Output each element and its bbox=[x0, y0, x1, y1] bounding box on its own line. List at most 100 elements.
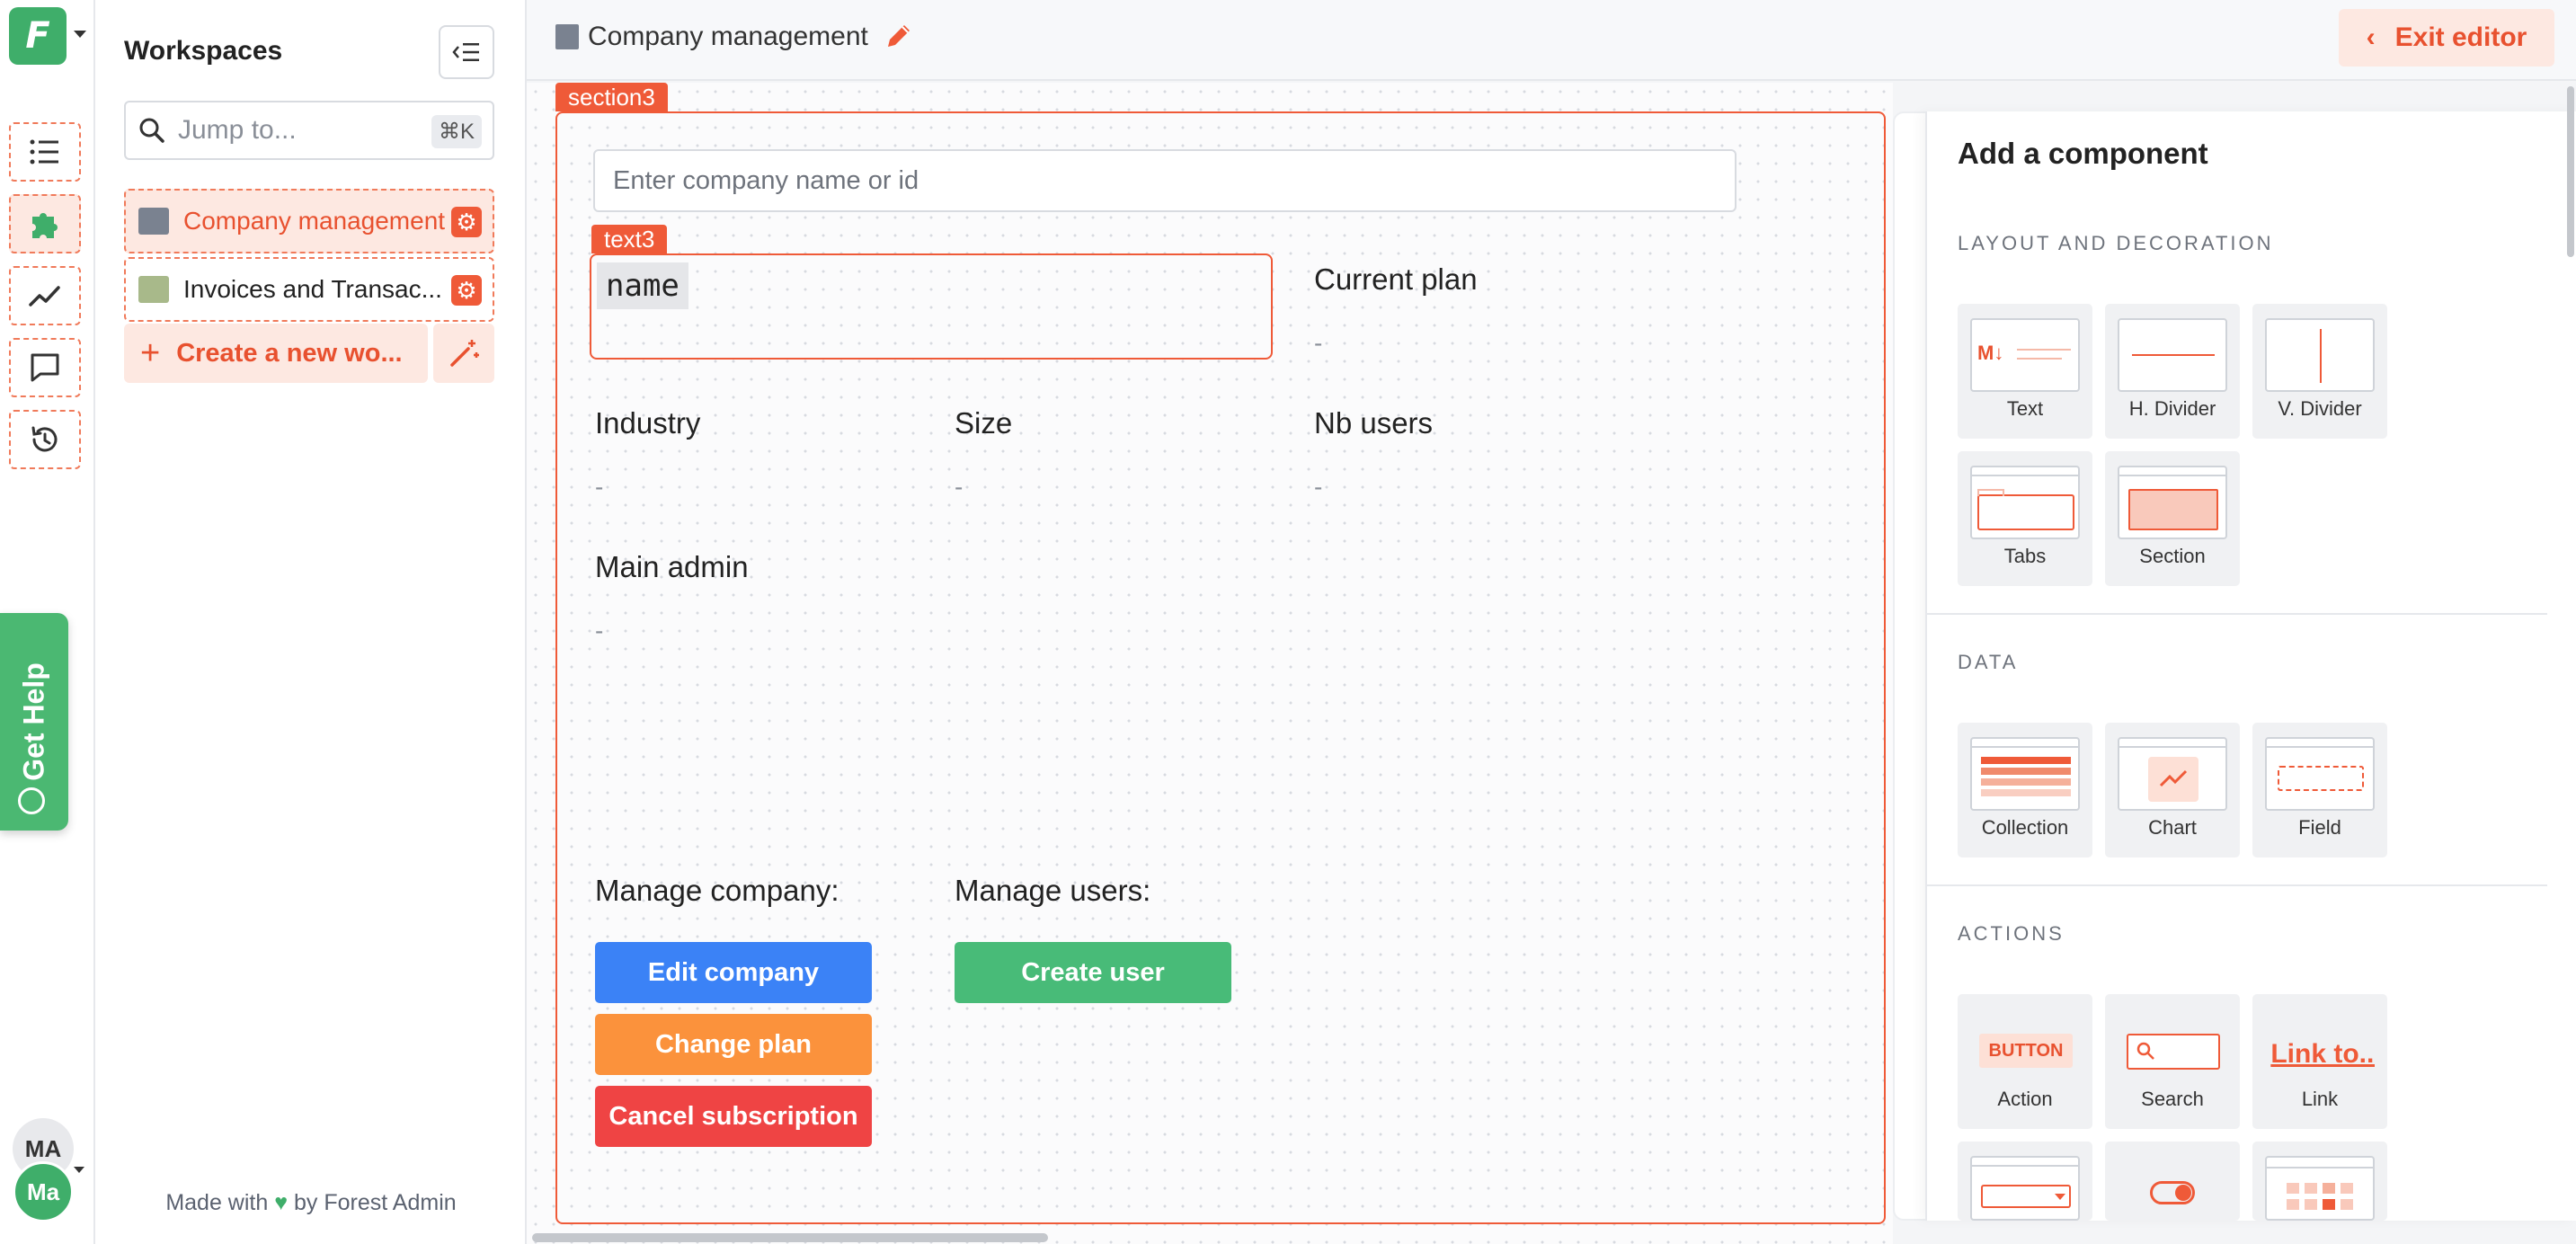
cancel-subscription-button[interactable]: Cancel subscription bbox=[595, 1086, 872, 1147]
search-placeholder: Jump to... bbox=[178, 115, 297, 145]
component-section[interactable]: Section bbox=[2105, 451, 2240, 586]
nb-users-value: - bbox=[1314, 473, 1323, 501]
button-preview: BUTTON bbox=[1979, 1034, 2073, 1068]
category-layout: LAYOUT AND DECORATION bbox=[1958, 232, 2274, 254]
workspace-item-company-management[interactable]: Company management ⚙ bbox=[124, 189, 494, 253]
component-label: V. Divider bbox=[2278, 397, 2362, 420]
heart-icon: ♥ bbox=[274, 1190, 289, 1215]
comment-icon bbox=[31, 353, 59, 382]
edit-company-button[interactable]: Edit company bbox=[595, 942, 872, 1003]
chart-thumb bbox=[2118, 737, 2227, 811]
component-label: Action bbox=[1997, 1088, 2053, 1110]
forest-logo[interactable]: F bbox=[9, 7, 67, 65]
workspace-item-label: Company management bbox=[183, 207, 446, 235]
manage-company-label: Manage company: bbox=[595, 874, 839, 907]
panel-scrollbar[interactable] bbox=[2567, 86, 2574, 257]
workspaces-panel: Workspaces Jump to... ⌘K Company managem… bbox=[95, 0, 527, 1244]
component-h-divider[interactable]: H. Divider bbox=[2105, 304, 2240, 439]
section-tag[interactable]: section3 bbox=[555, 83, 668, 111]
text-component[interactable]: name bbox=[590, 253, 1273, 360]
component-search[interactable]: Search bbox=[2105, 994, 2240, 1129]
h-divider-thumb bbox=[2118, 318, 2227, 392]
component-label: Collection bbox=[1981, 816, 2069, 839]
jump-to-search[interactable]: Jump to... ⌘K bbox=[124, 101, 494, 160]
rail-list-button[interactable] bbox=[9, 122, 81, 182]
current-plan-value: - bbox=[1314, 329, 1323, 357]
main-admin-label: Main admin bbox=[595, 550, 749, 583]
category-data: DATA bbox=[1958, 651, 2019, 673]
company-search-input[interactable]: Enter company name or id bbox=[593, 149, 1737, 212]
section-thumb bbox=[2118, 466, 2227, 539]
component-dropdown[interactable] bbox=[1958, 1142, 2092, 1221]
search-icon bbox=[2136, 1042, 2154, 1060]
component-action[interactable]: BUTTON Action bbox=[1958, 994, 2092, 1129]
horizontal-scrollbar[interactable] bbox=[532, 1233, 1048, 1242]
building-icon bbox=[138, 208, 169, 235]
help-icon bbox=[18, 787, 45, 814]
current-plan-label: Current plan bbox=[1314, 262, 1478, 296]
logo-dropdown-caret-icon[interactable] bbox=[74, 31, 86, 38]
link-preview: Link to... bbox=[2270, 1039, 2375, 1069]
field-thumb bbox=[2265, 737, 2375, 811]
rail-history-button[interactable] bbox=[9, 410, 81, 469]
rail-workspaces-button[interactable] bbox=[9, 194, 81, 253]
add-component-panel: Add a component LAYOUT AND DECORATION M↓… bbox=[1925, 111, 2576, 1221]
get-help-button[interactable]: Get Help bbox=[0, 613, 68, 831]
component-label: Link bbox=[2301, 1088, 2339, 1110]
pencil-icon[interactable] bbox=[883, 20, 915, 52]
collapse-sidebar-button[interactable] bbox=[439, 25, 494, 79]
gear-icon[interactable]: ⚙ bbox=[451, 275, 482, 306]
component-label: Section bbox=[2139, 545, 2206, 567]
nb-users-label: Nb users bbox=[1314, 406, 1434, 440]
component-label: Chart bbox=[2148, 816, 2197, 839]
change-plan-button[interactable]: Change plan bbox=[595, 1014, 872, 1075]
rail-analytics-button[interactable] bbox=[9, 266, 81, 325]
component-label: Tabs bbox=[2003, 545, 2047, 567]
create-user-button[interactable]: Create user bbox=[955, 942, 1231, 1003]
left-rail: F Get Help MA Ma bbox=[0, 0, 95, 1244]
rail-collaboration-button[interactable] bbox=[9, 338, 81, 397]
chart-icon bbox=[2159, 769, 2188, 787]
workspace-item-invoices[interactable]: Invoices and Transac... ⚙ bbox=[124, 257, 494, 322]
category-actions: ACTIONS bbox=[1958, 922, 2065, 945]
avatar[interactable]: Ma bbox=[13, 1161, 74, 1222]
search-icon bbox=[139, 118, 164, 143]
avatar-caret-icon[interactable] bbox=[74, 1167, 84, 1173]
gear-icon[interactable]: ⚙ bbox=[451, 207, 482, 237]
link-thumb: Link to... bbox=[2265, 1009, 2375, 1082]
exit-editor-button[interactable]: ‹ Exit editor bbox=[2339, 9, 2554, 67]
magic-wand-icon bbox=[450, 340, 479, 367]
v-divider-thumb bbox=[2265, 318, 2375, 392]
magic-wand-button[interactable] bbox=[433, 324, 494, 383]
component-v-divider[interactable]: V. Divider bbox=[2252, 304, 2387, 439]
building-icon bbox=[555, 24, 579, 49]
industry-value: - bbox=[595, 473, 604, 501]
panel-title: Add a component bbox=[1958, 137, 2208, 170]
search-thumb bbox=[2118, 1009, 2227, 1082]
component-text[interactable]: M↓ Text bbox=[1958, 304, 2092, 439]
footer-suffix: by Forest Admin bbox=[294, 1190, 457, 1215]
component-tabs[interactable]: Tabs bbox=[1958, 451, 2092, 586]
toggle-icon bbox=[2150, 1181, 2195, 1204]
text-tag[interactable]: text3 bbox=[591, 225, 668, 253]
component-chart[interactable]: Chart bbox=[2105, 723, 2240, 857]
text-thumb: M↓ bbox=[1970, 318, 2080, 392]
calendar-icon bbox=[2265, 1156, 2375, 1221]
component-collection[interactable]: Collection bbox=[1958, 723, 2092, 857]
footer-prefix: Made with bbox=[165, 1190, 269, 1215]
page-title: Company management bbox=[555, 22, 868, 52]
made-with-footer: Made with ♥ by Forest Admin bbox=[95, 1190, 527, 1216]
action-thumb: BUTTON bbox=[1970, 1009, 2080, 1082]
tabs-thumb bbox=[1970, 466, 2080, 539]
component-toggle[interactable] bbox=[2105, 1142, 2240, 1221]
component-label: Text bbox=[2006, 397, 2044, 420]
component-link[interactable]: Link to... Link bbox=[2252, 994, 2387, 1129]
collection-thumb bbox=[1970, 737, 2080, 811]
size-label: Size bbox=[955, 406, 1013, 440]
component-field[interactable]: Field bbox=[2252, 723, 2387, 857]
component-label: H. Divider bbox=[2128, 397, 2216, 420]
create-workspace-button[interactable]: + Create a new wo... bbox=[124, 324, 428, 383]
create-workspace-label: Create a new wo... bbox=[176, 338, 403, 368]
component-date-picker[interactable] bbox=[2252, 1142, 2387, 1221]
editor-topbar: Company management ‹ Exit editor bbox=[527, 0, 2576, 81]
